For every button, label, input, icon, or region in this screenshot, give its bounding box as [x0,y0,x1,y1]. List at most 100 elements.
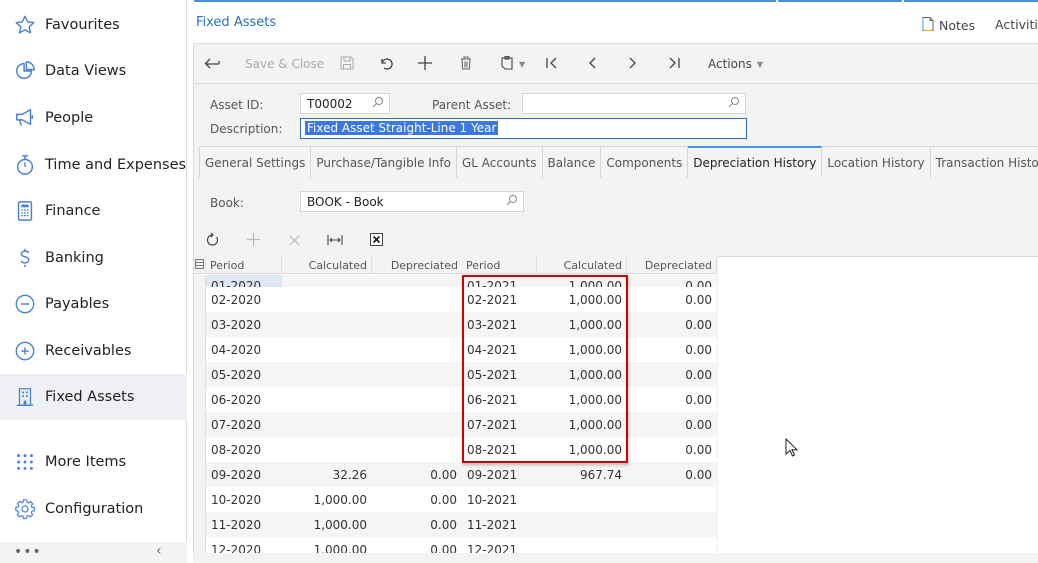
cell-calculated-1[interactable] [282,275,372,287]
sidebar-item-more-items[interactable]: More Items [0,439,187,485]
search-icon[interactable] [372,96,384,111]
cell-depreciated-1[interactable] [372,412,462,437]
next-record-button[interactable] [629,55,637,73]
table-row[interactable]: 11-2020 1,000.00 0.00 11-2021 [194,512,717,537]
row-selector[interactable] [194,337,206,362]
cell-calculated-2[interactable]: 1,000.00 [537,362,627,387]
cell-period-2[interactable]: 10-2021 [462,487,537,512]
cell-depreciated-2[interactable]: 0.00 [627,312,717,337]
sidebar-item-configuration[interactable]: Configuration [0,486,187,532]
delete-button[interactable] [460,55,472,73]
cell-calculated-2[interactable]: 1,000.00 [537,275,627,287]
cell-period-1[interactable]: 03-2020 [206,312,282,337]
cell-depreciated-1[interactable]: 0.00 [372,462,462,487]
more-options-button[interactable]: ••• [14,544,42,560]
sidebar-item-fixed-assets[interactable]: Fixed Assets [0,374,187,420]
row-selector[interactable] [194,412,206,437]
asset-id-field[interactable]: T00002 [300,93,390,114]
row-selector[interactable] [194,462,206,487]
tab-gl-accounts[interactable]: GL Accounts [456,146,543,178]
sidebar-item-finance[interactable]: Finance [0,188,187,234]
row-selector[interactable] [194,275,206,287]
book-field[interactable]: BOOK - Book [300,191,524,212]
cell-period-1[interactable]: 07-2020 [206,412,282,437]
row-selector[interactable] [194,387,206,412]
cell-depreciated-1[interactable]: 0.00 [372,537,462,555]
tab-location-history[interactable]: Location History [822,146,931,178]
add-row-button[interactable] [244,231,262,249]
cell-calculated-2[interactable]: 1,000.00 [537,312,627,337]
search-icon[interactable] [506,194,518,209]
cell-calculated-2[interactable]: 967.74 [537,462,627,487]
column-header-calculated-2[interactable]: Calculated [537,256,627,274]
table-row[interactable]: 10-2020 1,000.00 0.00 10-2021 [194,487,717,512]
cell-depreciated-2[interactable]: 0.00 [627,287,717,312]
export-excel-button[interactable] [367,231,385,249]
cell-calculated-1[interactable] [282,337,372,362]
cell-period-1[interactable]: 09-2020 [206,462,282,487]
cell-period-1[interactable]: 06-2020 [206,387,282,412]
cell-depreciated-2[interactable]: 0.00 [627,412,717,437]
cell-depreciated-2[interactable]: 0.00 [627,437,717,462]
delete-row-button[interactable] [285,231,303,249]
cell-period-2[interactable]: 05-2021 [462,362,537,387]
cell-period-1[interactable]: 01-2020 [206,275,282,287]
save-close-button[interactable]: Save & Close [245,55,324,73]
tab-transaction-history[interactable]: Transaction History [930,146,1038,178]
cell-calculated-1[interactable]: 1,000.00 [282,512,372,537]
table-row[interactable]: 08-2020 08-2021 1,000.00 0.00 [194,437,717,462]
cell-calculated-1[interactable] [282,312,372,337]
table-row[interactable]: 09-2020 32.26 0.00 09-2021 967.74 0.00 [194,462,717,487]
row-selector[interactable] [194,312,206,337]
undo-button[interactable] [378,55,394,73]
row-selector[interactable] [194,287,206,312]
table-row[interactable]: 04-2020 04-2021 1,000.00 0.00 [194,337,717,362]
previous-record-button[interactable] [588,55,596,73]
cell-period-2[interactable]: 11-2021 [462,512,537,537]
column-header-period-2[interactable]: Period [462,256,537,274]
row-selector[interactable] [194,487,206,512]
cell-calculated-1[interactable] [282,287,372,312]
sidebar-item-banking[interactable]: Banking [0,235,187,281]
cell-calculated-1[interactable] [282,387,372,412]
tab-balance[interactable]: Balance [542,146,602,178]
cell-calculated-1[interactable]: 32.26 [282,462,372,487]
cell-calculated-1[interactable] [282,362,372,387]
cell-depreciated-2[interactable] [627,537,717,554]
cell-calculated-2[interactable]: 1,000.00 [537,412,627,437]
cell-period-2[interactable]: 04-2021 [462,337,537,362]
cell-calculated-1[interactable]: 1,000.00 [282,487,372,512]
cell-period-1[interactable]: 04-2020 [206,337,282,362]
cell-period-2[interactable]: 01-2021 [462,275,537,287]
cell-period-2[interactable]: 03-2021 [462,312,537,337]
column-header-calculated-1[interactable]: Calculated [282,256,372,274]
notes-link[interactable]: Notes [922,17,975,34]
fit-columns-button[interactable] [326,231,344,249]
cell-period-2[interactable]: 08-2021 [462,437,537,462]
cell-period-1[interactable]: 12-2020 [206,537,282,555]
cell-period-2[interactable]: 09-2021 [462,462,537,487]
column-header-depreciated-2[interactable]: Depreciated [627,256,717,274]
cell-depreciated-2[interactable]: 0.00 [627,362,717,387]
last-record-button[interactable] [668,55,680,73]
row-selector[interactable] [194,537,206,554]
tab-purchase-tangible-info[interactable]: Purchase/Tangible Info [311,146,457,178]
sidebar-item-payables[interactable]: Payables [0,281,187,327]
refresh-button[interactable] [203,231,221,249]
row-selector[interactable] [194,437,206,462]
sidebar-item-data-views[interactable]: Data Views [0,48,187,94]
cell-depreciated-1[interactable] [372,287,462,312]
cell-calculated-2[interactable] [537,537,627,554]
cell-period-2[interactable]: 02-2021 [462,287,537,312]
first-record-button[interactable] [546,55,558,73]
cell-depreciated-2[interactable] [627,512,717,537]
cell-calculated-2[interactable] [537,512,627,537]
tab-depreciation-history[interactable]: Depreciation History [688,146,823,178]
cell-depreciated-1[interactable] [372,362,462,387]
cell-depreciated-1[interactable]: 0.00 [372,487,462,512]
table-row[interactable]: 06-2020 06-2021 1,000.00 0.00 [194,387,717,412]
search-icon[interactable] [728,96,740,111]
cell-calculated-1[interactable] [282,437,372,462]
cell-depreciated-1[interactable] [372,437,462,462]
cell-period-1[interactable]: 11-2020 [206,512,282,537]
